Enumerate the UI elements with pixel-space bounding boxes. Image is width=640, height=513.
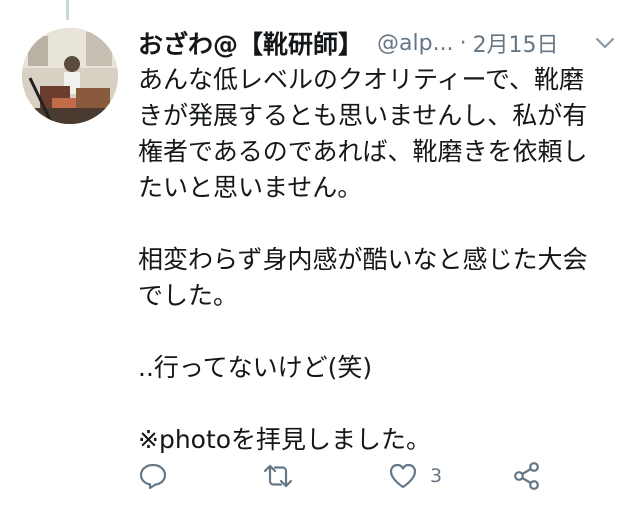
heart-icon xyxy=(388,461,418,491)
tweet-text-line: ..行ってないけど(笑) xyxy=(138,353,373,382)
user-handle[interactable]: @alp... xyxy=(377,31,454,56)
share-button[interactable] xyxy=(512,458,542,494)
tweet-text-line: 権者であるのであれば、靴磨きを依頼し xyxy=(138,137,588,166)
tweet-header: おざわ@【靴研師】 @alp... · 2月15日 xyxy=(138,26,628,60)
avatar-photo xyxy=(22,28,118,124)
avatar[interactable] xyxy=(22,28,118,124)
tweet-text-line: たいと思いません。 xyxy=(138,173,363,202)
tweet-text-line: ※photoを拝見しました。 xyxy=(138,425,432,454)
thread-connector-line xyxy=(66,0,69,20)
tweet-text-line: あんな低レベルのクオリティーで、靴磨 xyxy=(138,65,585,94)
tweet-actions: 3 xyxy=(138,458,618,494)
like-button[interactable]: 3 xyxy=(388,458,442,494)
separator-dot: · xyxy=(459,30,467,56)
tweet-text-line: でした。 xyxy=(138,281,239,310)
tweet-text-line: きが発展するとも思いませんし、私が有 xyxy=(138,101,588,130)
tweet-date[interactable]: 2月15日 xyxy=(473,27,559,59)
retweet-icon xyxy=(262,461,294,491)
tweet[interactable]: おざわ@【靴研師】 @alp... · 2月15日 あんな低レベルのクオリティー… xyxy=(0,0,640,513)
share-icon xyxy=(512,461,542,491)
retweet-button[interactable] xyxy=(262,458,294,494)
tweet-text: あんな低レベルのクオリティーで、靴磨 きが発展するとも思いませんし、私が有 権者… xyxy=(138,62,628,458)
display-name[interactable]: おざわ@【靴研師】 xyxy=(138,25,363,61)
reply-button[interactable] xyxy=(138,458,168,494)
chevron-down-icon[interactable] xyxy=(592,30,618,56)
like-count: 3 xyxy=(430,465,443,487)
tweet-text-line: 相変わらず身内感が酷いなと感じた大会 xyxy=(138,245,588,274)
reply-icon xyxy=(138,461,168,491)
